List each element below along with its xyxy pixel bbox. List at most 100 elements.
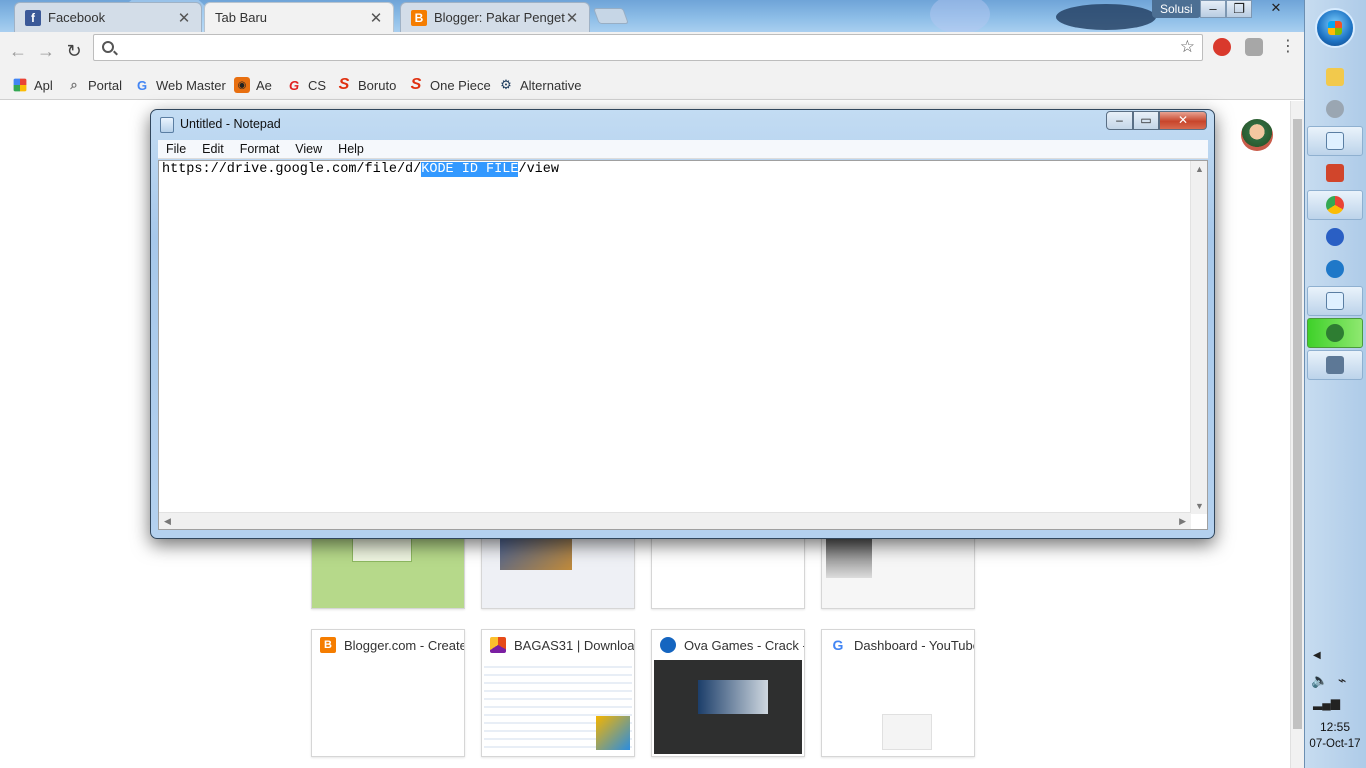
bagas31-icon — [490, 637, 506, 653]
folder-icon — [1326, 68, 1344, 86]
most-visited-tile-ovagames[interactable]: Ova Games - Crack - — [651, 629, 805, 757]
taskbar-explorer[interactable] — [1307, 62, 1363, 92]
taskbar-app[interactable] — [1307, 254, 1363, 284]
thumbnail — [484, 660, 632, 754]
address-bar[interactable]: ☆ — [93, 34, 1203, 61]
back-button[interactable]: ← — [7, 40, 29, 62]
alien-icon — [1326, 100, 1344, 118]
taskbar-network-app[interactable] — [1307, 222, 1363, 252]
most-visited-tile-youtube-dashboard[interactable]: G Dashboard - YouTube — [821, 629, 975, 757]
bookmark-star-icon[interactable]: ☆ — [1180, 37, 1195, 57]
bookmark-alternative[interactable]: ⚙ Alternative — [498, 76, 581, 94]
bookmarks-bar: Apl ⌕ Portal G Web Master ◉ Ae G CS S Bo… — [0, 70, 1304, 100]
thumbnail — [654, 660, 802, 754]
volume-icon[interactable]: 🔈 — [1311, 672, 1328, 689]
menu-view[interactable]: View — [287, 142, 330, 156]
app-icon — [1326, 260, 1344, 278]
show-hidden-icons-button[interactable]: ◀ — [1313, 650, 1321, 661]
most-visited-tile-blogger[interactable]: B Blogger.com - Create — [311, 629, 465, 757]
bookmark-cs[interactable]: G CS — [286, 76, 326, 94]
menu-file[interactable]: File — [158, 142, 194, 156]
selected-text[interactable]: KODE ID FILE — [421, 162, 519, 177]
notepad-close-button[interactable]: ✕ — [1159, 111, 1207, 130]
maximize-window-button[interactable]: ❐ — [1226, 0, 1252, 18]
notepad-horizontal-scrollbar[interactable]: ◀ ▶ — [159, 512, 1191, 529]
s-logo-icon: S — [338, 76, 350, 93]
menu-format[interactable]: Format — [232, 142, 288, 156]
notepad-window: Untitled - Notepad – ▭ ✕ File Edit Forma… — [150, 109, 1215, 539]
taskbar-alien-app[interactable] — [1307, 94, 1363, 124]
clock-time[interactable]: 12:55 — [1304, 720, 1366, 734]
power-plug-icon[interactable]: ⌁ — [1338, 672, 1346, 689]
blogger-icon: B — [320, 637, 336, 653]
bookmark-ae[interactable]: ◉ Ae — [234, 76, 272, 94]
notepad-vertical-scrollbar[interactable]: ▲ ▼ — [1190, 161, 1207, 514]
network-icon — [1326, 228, 1344, 246]
start-button[interactable] — [1315, 8, 1355, 48]
minimize-window-button[interactable]: – — [1200, 0, 1226, 18]
signal-bars-icon[interactable]: ▂▄▆ — [1313, 696, 1340, 710]
windows-logo-icon — [1328, 21, 1342, 35]
notepad-icon — [1326, 292, 1344, 310]
notepad-maximize-button[interactable]: ▭ — [1133, 111, 1159, 130]
tab-facebook[interactable]: f Facebook ✕ — [14, 2, 202, 32]
bookmark-one-piece[interactable]: S One Piece — [408, 76, 491, 94]
extension-icon[interactable] — [1245, 38, 1263, 56]
scroll-left-icon[interactable]: ◀ — [164, 516, 171, 527]
taskbar-screen-app[interactable] — [1307, 350, 1363, 380]
tab-new-tab[interactable]: Tab Baru ✕ — [204, 2, 394, 32]
google-icon: G — [136, 77, 148, 93]
scroll-up-icon[interactable]: ▲ — [1195, 164, 1204, 174]
ovagames-icon — [660, 637, 676, 653]
reload-button[interactable]: ↻ — [63, 40, 85, 62]
screen-icon — [1326, 356, 1344, 374]
address-input[interactable] — [122, 38, 1162, 57]
google-icon: G — [832, 637, 844, 653]
menu-help[interactable]: Help — [330, 142, 372, 156]
most-visited-tile-bagas31[interactable]: BAGAS31 | Download — [481, 629, 635, 757]
bookmark-portal[interactable]: ⌕ Portal — [66, 76, 122, 94]
notepad-text-area[interactable]: https://drive.google.com/file/d/KODE ID … — [158, 160, 1208, 530]
clock-date[interactable]: 07-Oct-17 — [1304, 738, 1366, 750]
profile-name-badge[interactable]: Solusi — [1152, 0, 1201, 18]
close-tab-icon[interactable]: ✕ — [369, 9, 383, 27]
taskbar-notepad-1[interactable] — [1307, 126, 1363, 156]
forward-button[interactable]: → — [35, 40, 57, 62]
s-logo-icon: S — [410, 76, 422, 93]
chrome-icon — [1326, 196, 1344, 214]
taskbar-chrome[interactable] — [1307, 190, 1363, 220]
scroll-right-icon[interactable]: ▶ — [1179, 516, 1186, 527]
taskbar-books-app[interactable] — [1307, 158, 1363, 188]
cs-logo-icon: G — [288, 77, 300, 93]
menu-edit[interactable]: Edit — [194, 142, 232, 156]
bookmark-web-master[interactable]: G Web Master — [134, 76, 226, 94]
page-scrollbar[interactable] — [1290, 101, 1304, 768]
new-tab-button[interactable] — [593, 8, 629, 24]
close-tab-icon[interactable]: ✕ — [565, 9, 579, 27]
apps-grid-icon — [13, 78, 27, 92]
chrome-menu-button[interactable]: ⋮ — [1280, 38, 1296, 56]
notepad-title: Untitled - Notepad — [180, 117, 281, 131]
extension-icon[interactable] — [1213, 38, 1231, 56]
notepad-icon — [1326, 132, 1344, 150]
notepad-icon — [160, 117, 174, 133]
books-icon — [1326, 164, 1344, 182]
bookmark-apps[interactable]: Apl — [12, 76, 53, 94]
tab-strip: f Facebook ✕ Tab Baru ✕ B Blogger: Pakar… — [0, 0, 1304, 32]
bookmark-boruto[interactable]: S Boruto — [336, 76, 397, 94]
tab-blogger[interactable]: B Blogger: Pakar Pengetah ✕ — [400, 2, 590, 32]
steam-icon: ⚙ — [500, 77, 512, 92]
ae-icon: ◉ — [234, 77, 250, 93]
user-avatar[interactable] — [1241, 119, 1273, 151]
facebook-icon: f — [25, 9, 41, 26]
taskbar-notepad-2[interactable] — [1307, 286, 1363, 316]
notepad-text[interactable]: https://drive.google.com/file/d/KODE ID … — [162, 162, 559, 177]
close-tab-icon[interactable]: ✕ — [177, 9, 191, 27]
notepad-minimize-button[interactable]: – — [1106, 111, 1133, 130]
taskbar-active-app[interactable] — [1307, 318, 1363, 348]
close-window-button[interactable]: ✕ — [1252, 0, 1300, 18]
thumbnail — [882, 714, 932, 750]
blogger-icon: B — [411, 9, 427, 26]
scroll-down-icon[interactable]: ▼ — [1195, 501, 1204, 511]
globe-icon — [1326, 324, 1344, 342]
